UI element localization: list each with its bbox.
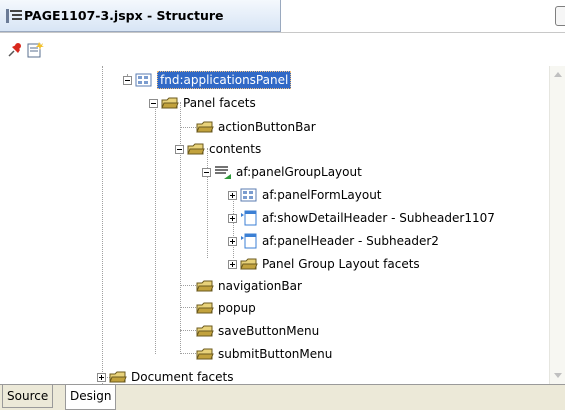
node-label: navigationBar: [218, 279, 302, 293]
window-title: PAGE1107-3.jspx - Structure: [24, 8, 224, 23]
folder-icon: [196, 348, 214, 360]
tab-design[interactable]: Design: [65, 385, 117, 410]
tree-node-submit-button-menu[interactable]: submitButtonMenu: [196, 344, 332, 364]
tree-node-save-button-menu[interactable]: saveButtonMenu: [196, 321, 319, 341]
pin-icon[interactable]: [6, 41, 24, 59]
structure-tree[interactable]: fnd:applicationsPanel Panel facets actio…: [0, 66, 549, 384]
node-label: saveButtonMenu: [218, 324, 320, 338]
node-label: popup: [218, 301, 256, 315]
tree-node-action-button-bar[interactable]: actionButtonBar: [196, 117, 316, 137]
vertical-scrollbar[interactable]: [549, 66, 565, 384]
expand-toggle[interactable]: [97, 372, 106, 382]
node-label: Panel Group Layout facets: [262, 257, 420, 271]
tab-source[interactable]: Source: [2, 385, 54, 408]
scroll-down-icon[interactable]: [554, 373, 562, 378]
folder-icon: [196, 325, 214, 337]
group-layout-icon: [215, 166, 231, 179]
header-icon: [241, 210, 257, 226]
folder-icon: [161, 97, 179, 109]
node-label: submitButtonMenu: [218, 347, 333, 361]
expand-toggle[interactable]: [228, 236, 237, 246]
tree-guide-line: [180, 330, 196, 331]
node-label: af:panelFormLayout: [262, 188, 382, 202]
tree-node-popup[interactable]: popup: [196, 298, 256, 318]
folder-icon: [196, 280, 214, 292]
header-icon: [241, 233, 257, 249]
node-label: actionButtonBar: [218, 120, 316, 134]
tree-guide-line: [180, 353, 196, 354]
tree-node-navigation-bar[interactable]: navigationBar: [196, 276, 302, 296]
tree-guide-line: [180, 127, 196, 128]
tree-node-panel-header[interactable]: af:panelHeader - Subheader2: [228, 231, 439, 251]
folder-icon: [240, 258, 258, 270]
folder-icon: [196, 302, 214, 314]
folder-icon: [196, 121, 214, 133]
form-layout-icon: [240, 188, 257, 202]
tree-node-panel-facets[interactable]: Panel facets: [149, 93, 256, 113]
structure-toolbar: [0, 33, 565, 65]
structure-title-bar: PAGE1107-3.jspx - Structure: [0, 0, 565, 33]
folder-icon: [109, 371, 127, 383]
tree-node-document-facets[interactable]: Document facets: [97, 367, 234, 384]
collapse-toggle[interactable]: [149, 98, 158, 108]
folder-icon: [187, 143, 205, 155]
panel-component-icon: [135, 73, 152, 87]
node-label: af:panelHeader - Subheader2: [262, 234, 439, 248]
collapse-toggle[interactable]: [123, 75, 132, 85]
structure-icon: [6, 9, 22, 23]
node-label: Document facets: [131, 370, 234, 384]
tree-node-panel-group-layout[interactable]: af:panelGroupLayout: [202, 162, 362, 182]
expand-toggle[interactable]: [228, 213, 237, 223]
tree-node-contents[interactable]: contents: [175, 139, 261, 159]
node-label: contents: [209, 142, 262, 156]
node-label: Panel facets: [183, 96, 256, 110]
expand-toggle[interactable]: [228, 259, 237, 269]
tree-node-panel-group-layout-facets[interactable]: Panel Group Layout facets: [228, 254, 420, 274]
tree-node-panel-form-layout[interactable]: af:panelFormLayout: [228, 185, 382, 205]
minimize-button[interactable]: [555, 6, 565, 26]
tree-node-applications-panel[interactable]: fnd:applicationsPanel: [123, 70, 292, 90]
tree-guide-line: [180, 307, 196, 308]
node-label: af:showDetailHeader - Subheader1107: [262, 211, 495, 225]
new-structure-icon[interactable]: [26, 41, 44, 59]
tree-guide-line: [180, 285, 196, 286]
node-label: af:panelGroupLayout: [236, 165, 362, 179]
editor-view-tabs: Source Design: [0, 384, 565, 410]
structure-window-tab[interactable]: PAGE1107-3.jspx - Structure: [0, 0, 281, 32]
node-label: fnd:applicationsPanel: [157, 71, 292, 89]
collapse-toggle[interactable]: [202, 167, 211, 177]
tree-node-show-detail-header[interactable]: af:showDetailHeader - Subheader1107: [228, 208, 495, 228]
scroll-up-icon[interactable]: [554, 72, 562, 77]
tree-guide-line: [102, 66, 103, 384]
expand-toggle[interactable]: [228, 190, 237, 200]
collapse-toggle[interactable]: [175, 144, 184, 154]
tree-guide-line: [155, 102, 156, 354]
